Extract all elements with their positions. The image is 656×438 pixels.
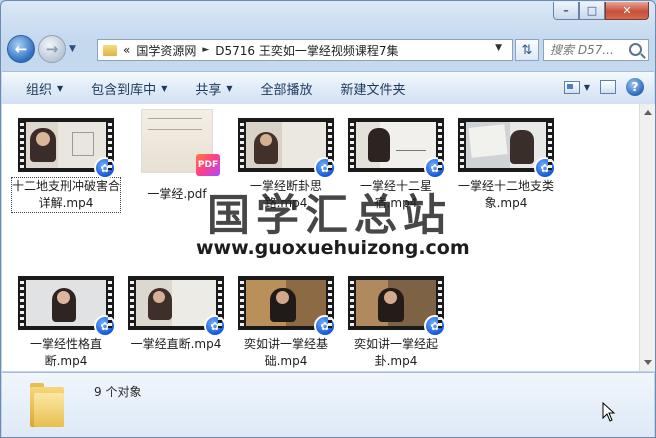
share-label: 共享 [195,82,222,98]
new-folder-button[interactable]: 新建文件夹 [327,72,420,104]
scroll-up-icon[interactable] [644,110,652,115]
search-input[interactable] [544,42,634,58]
back-button[interactable]: ← [7,35,35,63]
media-player-icon: ✿ [424,157,446,179]
file-name: 十二地支刑冲破害合详解.mp4 [11,177,121,213]
back-arrow-icon: ← [14,40,28,58]
media-player-icon: ✿ [424,315,446,337]
play-all-label: 全部播放 [260,82,313,98]
search-icon[interactable] [629,43,642,56]
close-button[interactable]: ✕ [605,2,649,20]
breadcrumb-item[interactable]: 国学资源网 [136,42,196,59]
view-controls: ▼ ? [563,78,644,96]
file-name: 一掌经十二地支类象.mp4 [457,179,554,210]
folder-icon [103,44,117,56]
view-icon[interactable] [563,80,580,94]
navigation-buttons: ← → ▼ [7,35,76,63]
media-player-icon: ✿ [314,315,336,337]
folder-icon [30,381,64,427]
video-thumbnail: ✿ [18,276,116,337]
include-in-library-button[interactable]: 包含到库中 ▼ [77,72,181,104]
media-player-icon: ✿ [534,157,556,179]
organize-button[interactable]: 组织 ▼ [2,72,77,104]
file-name: 一掌经性格直断.mp4 [29,337,102,368]
details-pane: 9 个对象 [2,372,654,437]
minimize-button[interactable]: – [553,2,579,20]
media-player-icon: ✿ [94,157,116,179]
video-thumbnail: ✿ [238,276,336,337]
view-dropdown-icon[interactable]: ▼ [584,83,590,92]
help-button[interactable]: ? [626,78,644,96]
command-bar: 组织 ▼ 包含到库中 ▼ 共享 ▼ 全部播放 新建文件夹 ▼ ? [2,71,654,105]
video-thumbnail: ✿ [348,276,446,337]
explorer-window: – □ ✕ ← → ▼ « 国学资源网 ► D5716 王奕如一掌经视频课程7集… [0,0,656,438]
video-thumbnail: ✿ [238,118,336,179]
file-name: 一掌经直断.mp4 [130,337,222,351]
video-thumbnail: ✿ [458,118,556,179]
chevron-down-icon: ▼ [226,83,233,93]
address-bar[interactable]: « 国学资源网 ► D5716 王奕如一掌经视频课程7集 ▼ [97,39,513,61]
address-dropdown-icon[interactable]: ▼ [495,43,502,53]
item-count: 9 个对象 [94,385,142,399]
organize-label: 组织 [26,82,53,98]
file-item[interactable]: ✿ 一掌经十二地支类象.mp4 [452,118,560,212]
pdf-thumbnail: PDF [142,110,220,176]
share-button[interactable]: 共享 ▼ [181,72,246,104]
media-player-icon: ✿ [94,315,116,337]
media-player-icon: ✿ [314,157,336,179]
mouse-cursor-icon [602,402,616,422]
video-thumbnail: ✿ [18,118,116,179]
search-box[interactable] [543,39,649,61]
file-item[interactable]: ✿ 一掌经性格直断.mp4 [12,276,120,370]
video-thumbnail: ✿ [348,118,446,179]
watermark-title: 国学汇总站 [207,191,452,241]
preview-pane-icon[interactable] [600,80,616,94]
recent-pages-dropdown[interactable]: ▼ [69,44,76,54]
pdf-icon: PDF [196,154,220,176]
file-item[interactable]: ✿ 十二地支刑冲破害合详解.mp4 [11,118,121,213]
file-item[interactable]: ✿ 一掌经直断.mp4 [122,276,230,353]
watermark-url: www.guoxuehuizong.com [196,237,470,259]
scroll-down-icon[interactable] [644,360,652,365]
forward-arrow-icon: → [45,40,59,58]
refresh-icon: ⇅ [521,42,533,58]
breadcrumb-item[interactable]: D5716 王奕如一掌经视频课程7集 [215,42,398,59]
play-all-button[interactable]: 全部播放 [247,72,327,104]
file-name: 奕如讲一掌经基础.mp4 [243,337,328,368]
file-name: 奕如讲一掌经起卦.mp4 [353,337,438,368]
media-player-icon: ✿ [204,315,226,337]
include-in-library-label: 包含到库中 [91,82,157,98]
refresh-button[interactable]: ⇅ [515,39,539,61]
maximize-button[interactable]: □ [579,2,605,20]
address-overflow[interactable]: « [123,43,130,57]
file-item[interactable]: ✿ 奕如讲一掌经起卦.mp4 [342,276,450,370]
forward-button[interactable]: → [38,35,66,63]
file-item[interactable]: ✿ 奕如讲一掌经基础.mp4 [232,276,340,370]
video-thumbnail: ✿ [128,276,226,337]
caption-buttons: – □ ✕ [553,2,649,20]
chevron-down-icon: ▼ [57,83,64,93]
vertical-scrollbar[interactable] [639,104,655,371]
chevron-down-icon: ▼ [161,83,168,93]
breadcrumb-separator-icon[interactable]: ► [202,45,209,55]
new-folder-label: 新建文件夹 [340,82,406,98]
